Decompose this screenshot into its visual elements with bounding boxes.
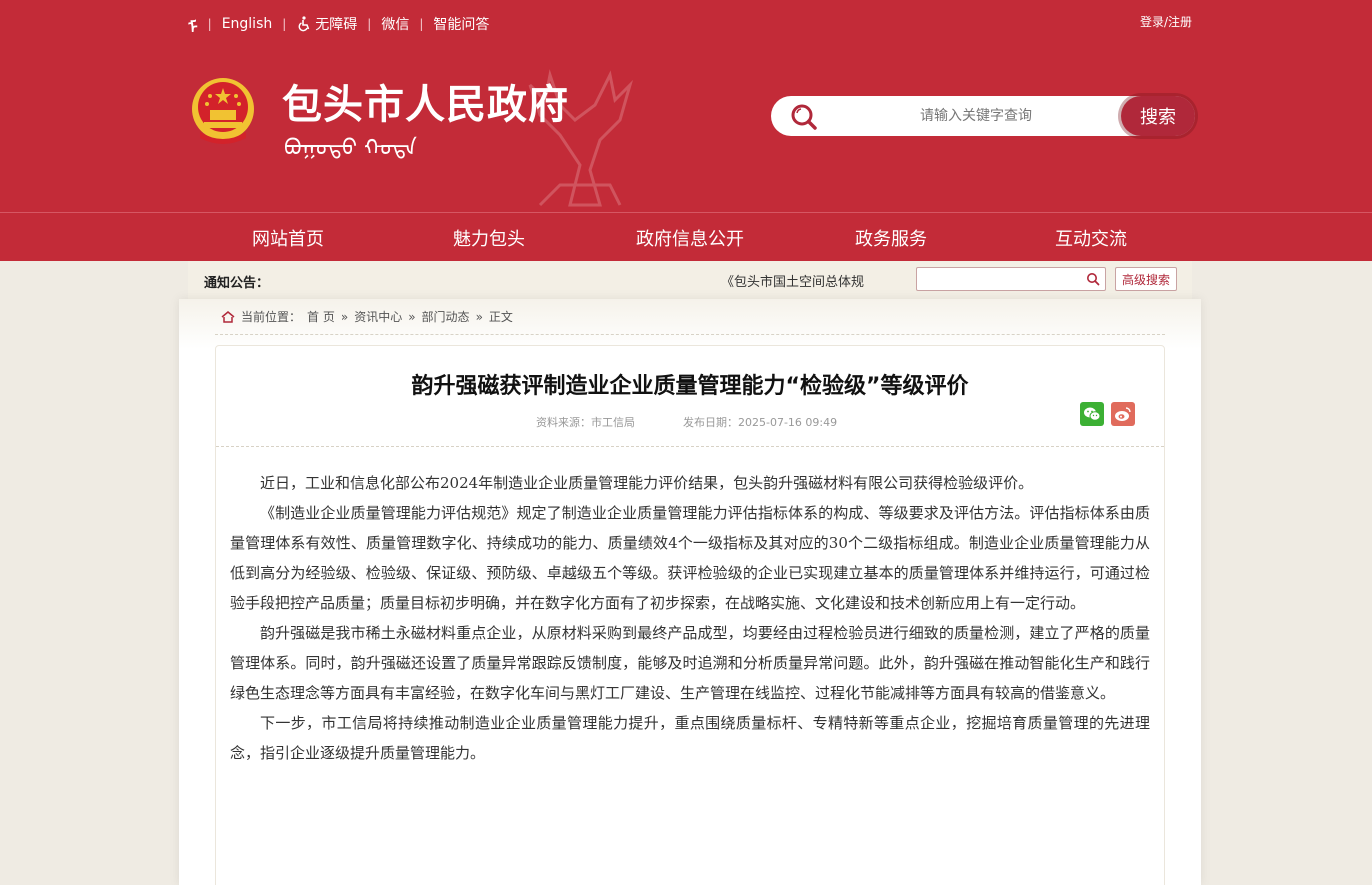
- divider: [215, 334, 1165, 335]
- login-register-link[interactable]: 登录/注册: [1140, 13, 1192, 30]
- notice-bar: 通知公告： 《包头市国土空间总体规 高级搜索: [188, 261, 1192, 299]
- content-area: 当前位置： 首 页 » 资讯中心 » 部门动态 » 正文 韵升强磁获评制造业企业…: [179, 299, 1201, 885]
- breadcrumb-dept-news[interactable]: 部门动态: [422, 308, 470, 325]
- share-buttons: [1080, 402, 1135, 426]
- home-icon: [221, 310, 235, 323]
- notice-search: [916, 267, 1106, 291]
- header-search: 搜索: [771, 96, 1195, 136]
- nav-charm-baotou[interactable]: 魅力包头: [453, 225, 525, 251]
- breadcrumb-prefix: 当前位置：: [241, 310, 302, 324]
- breadcrumb: 当前位置： 首 页 » 资讯中心 » 部门动态 » 正文: [221, 308, 513, 325]
- mongolian-site-title: ᠪᠣᠭᠣᠲᠣ ᠬᠣᠲᠠ: [284, 136, 417, 161]
- site-title: 包头市人民政府: [282, 82, 569, 128]
- smart-qa-link[interactable]: 智能问答: [433, 14, 489, 34]
- article-paragraph: 下一步，市工信局将持续推动制造业企业质量管理能力提升，重点围绕质量标杆、专精特新…: [230, 714, 1150, 762]
- notice-scroll-link[interactable]: 《包头市国土空间总体规: [721, 271, 864, 290]
- notice-search-input[interactable]: [917, 268, 1077, 290]
- nav-gov-info[interactable]: 政府信息公开: [636, 225, 744, 251]
- advanced-search-button[interactable]: 高级搜索: [1115, 267, 1177, 291]
- weibo-icon: [1115, 407, 1131, 421]
- main-nav: 网站首页 魅力包头 政府信息公开 政务服务 互动交流: [0, 212, 1372, 261]
- article-source: 资料来源：市工信局: [536, 416, 635, 429]
- share-weibo-button[interactable]: [1111, 402, 1135, 426]
- search-icon: [791, 104, 817, 130]
- article-paragraph: 近日，工业和信息化部公布2024年制造业企业质量管理能力评价结果，包头韵升强磁材…: [260, 474, 1034, 492]
- top-bar: ᠮ | English | 无障碍 | 微信 | 智能问答: [188, 10, 489, 38]
- search-input[interactable]: [831, 102, 1121, 130]
- national-emblem-icon: [192, 78, 254, 144]
- article-date: 发布日期：2025-07-16 09:49: [683, 416, 838, 429]
- breadcrumb-home[interactable]: 首 页: [307, 308, 335, 325]
- wheelchair-icon: [298, 16, 310, 32]
- search-icon[interactable]: [1086, 272, 1100, 286]
- wechat-link[interactable]: 微信: [381, 14, 409, 34]
- nav-home[interactable]: 网站首页: [252, 225, 324, 251]
- wechat-icon: [1084, 407, 1101, 421]
- breadcrumb-news-center[interactable]: 资讯中心: [354, 308, 402, 325]
- search-button[interactable]: 搜索: [1121, 96, 1195, 136]
- site-header: ᠮ | English | 无障碍 | 微信 | 智能问答 登录/注册 包头市人…: [0, 0, 1372, 212]
- divider: [216, 446, 1164, 447]
- accessibility-link[interactable]: 无障碍: [296, 14, 357, 34]
- article: 韵升强磁获评制造业企业质量管理能力“检验级”等级评价 资料来源：市工信局 发布日…: [215, 345, 1165, 885]
- article-paragraph: 《制造业企业质量管理能力评估规范》规定了制造业企业质量管理能力评估指标体系的构成…: [230, 504, 1150, 612]
- accessibility-label: 无障碍: [315, 17, 358, 33]
- article-title: 韵升强磁获评制造业企业质量管理能力“检验级”等级评价: [411, 374, 969, 399]
- nav-interaction[interactable]: 互动交流: [1055, 225, 1127, 251]
- breadcrumb-current: 正文: [488, 310, 513, 324]
- share-wechat-button[interactable]: [1080, 402, 1104, 426]
- article-meta: 资料来源：市工信局 发布日期：2025-07-16 09:49: [536, 414, 837, 430]
- article-body: 近日，工业和信息化部公布2024年制造业企业质量管理能力评价结果，包头韵升强磁材…: [230, 468, 1150, 768]
- notice-label: 通知公告：: [204, 276, 270, 291]
- mongolian-language-link[interactable]: ᠮ: [188, 10, 198, 38]
- nav-gov-service[interactable]: 政务服务: [855, 225, 927, 251]
- english-link[interactable]: English: [222, 16, 273, 32]
- article-paragraph: 韵升强磁是我市稀土永磁材料重点企业，从原材料采购到最终产品成型，均要经由过程检验…: [230, 624, 1150, 702]
